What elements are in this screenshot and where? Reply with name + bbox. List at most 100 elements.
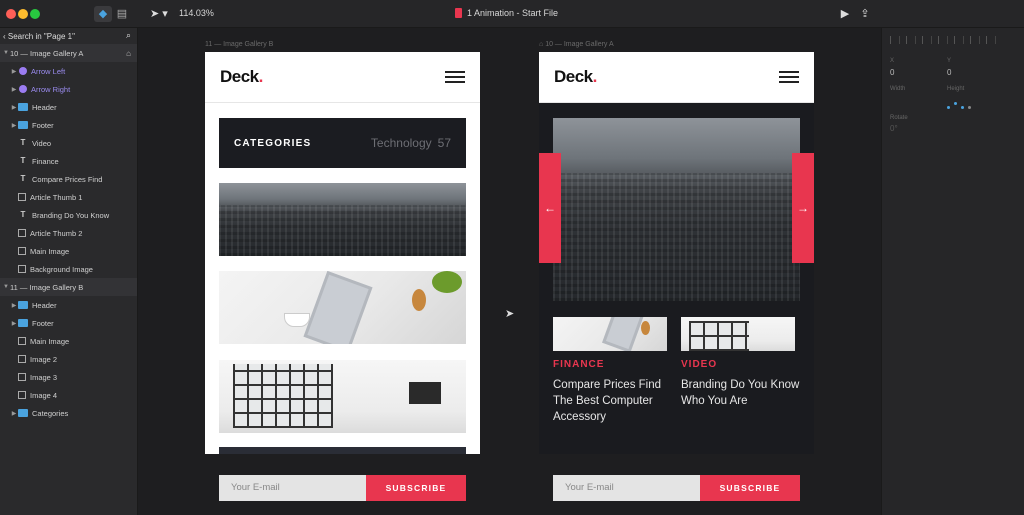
- pointer-tool-icon[interactable]: ➤ ▾: [150, 7, 168, 20]
- artboard-image-gallery-a[interactable]: Deck. ← → FINANCE Compare Prices Find Th…: [539, 52, 814, 454]
- layer-label: Video: [32, 138, 52, 148]
- search-label: Search in "Page 1": [7, 32, 75, 41]
- disclosure-icon[interactable]: ▶: [10, 122, 18, 129]
- categories-bar[interactable]: CATEGORIES Technology 57: [219, 118, 466, 168]
- layer-row[interactable]: T Video: [0, 134, 137, 152]
- subscribe-button-a[interactable]: SUBSCRIBE: [700, 475, 800, 501]
- layer-row[interactable]: ▶ Arrow Right: [0, 80, 137, 98]
- disclosure-icon[interactable]: ▶: [10, 302, 18, 309]
- text-icon: T: [20, 138, 26, 147]
- cup-shape: [284, 313, 310, 327]
- category-count: 57: [437, 136, 451, 150]
- hamburger-menu-icon[interactable]: [445, 71, 465, 84]
- x-field[interactable]: 0: [890, 68, 894, 77]
- image-3[interactable]: [219, 360, 466, 433]
- footer-b: Your E-mail SUBSCRIBE: [219, 475, 466, 501]
- artboard-a-label[interactable]: ⌂ 10 — Image Gallery A: [539, 41, 614, 48]
- layer-row[interactable]: Article Thumb 2: [0, 224, 137, 242]
- layer-row[interactable]: ▶ Arrow Left: [0, 62, 137, 80]
- layer-label: Main Image: [30, 246, 70, 256]
- email-input-b[interactable]: Your E-mail: [219, 475, 366, 501]
- constraints-widget[interactable]: [947, 96, 997, 118]
- arrow-right-button[interactable]: →: [792, 153, 814, 263]
- arrow-left-icon: ←: [544, 201, 556, 215]
- align-right-icon[interactable]: [922, 36, 932, 44]
- subscribe-button-b[interactable]: SUBSCRIBE: [366, 475, 466, 501]
- distribute-icon[interactable]: [986, 36, 996, 44]
- share-icon[interactable]: ⇪: [856, 6, 874, 22]
- layer-row[interactable]: Image 3: [0, 368, 137, 386]
- layer-row[interactable]: ▼ 10 — Image Gallery A ⌂: [0, 44, 137, 62]
- layer-label: Header: [32, 300, 57, 310]
- image-icon: [18, 355, 26, 363]
- tablet-shape: [602, 317, 644, 351]
- layer-row[interactable]: ▶ Header: [0, 296, 137, 314]
- layer-row[interactable]: ▶ Header: [0, 98, 137, 116]
- close-window-button[interactable]: [6, 9, 16, 19]
- layers-icon[interactable]: ◆: [94, 6, 112, 22]
- maximize-window-button[interactable]: [30, 9, 40, 19]
- layer-row[interactable]: Main Image: [0, 242, 137, 260]
- image-2[interactable]: [219, 271, 466, 344]
- align-center-icon[interactable]: [906, 36, 916, 44]
- layer-row[interactable]: ▶ Footer: [0, 116, 137, 134]
- assets-icon[interactable]: ▤: [113, 6, 131, 22]
- canvas[interactable]: 11 — Image Gallery B ⌂ 10 — Image Galler…: [139, 28, 881, 515]
- align-bottom-icon[interactable]: [970, 36, 980, 44]
- play-icon[interactable]: ▶: [836, 6, 854, 22]
- article-thumb-2[interactable]: [681, 317, 795, 351]
- main-image[interactable]: [219, 183, 466, 256]
- layer-row[interactable]: Article Thumb 1: [0, 188, 137, 206]
- layer-label: Background Image: [30, 264, 93, 274]
- home-artboard-icon[interactable]: ⌂: [126, 49, 131, 58]
- layer-row[interactable]: ▶ Categories: [0, 404, 137, 422]
- layer-row[interactable]: Image 4: [0, 386, 137, 404]
- tv-shape: [409, 382, 441, 404]
- layer-row[interactable]: T Branding Do You Know: [0, 206, 137, 224]
- disclosure-icon[interactable]: ▼: [2, 50, 10, 56]
- disclosure-icon[interactable]: ▼: [2, 284, 10, 290]
- layer-row[interactable]: ▶ Footer: [0, 314, 137, 332]
- align-left-icon[interactable]: [890, 36, 900, 44]
- rotate-field[interactable]: 0°: [890, 124, 898, 133]
- article-1-title[interactable]: Compare Prices Find The Best Computer Ac…: [553, 377, 673, 425]
- layer-row[interactable]: T Compare Prices Find: [0, 170, 137, 188]
- disclosure-icon[interactable]: ▶: [10, 320, 18, 327]
- artboard-image-gallery-b[interactable]: Deck. CATEGORIES Technology 57: [205, 52, 480, 454]
- disclosure-icon[interactable]: ▶: [10, 104, 18, 111]
- article-1-category[interactable]: FINANCE: [553, 359, 604, 370]
- image-4[interactable]: [219, 447, 466, 454]
- disclosure-icon[interactable]: ▶: [10, 410, 18, 417]
- spoon-shape: [641, 321, 650, 335]
- layer-row[interactable]: Main Image: [0, 332, 137, 350]
- layer-row[interactable]: Background Image: [0, 260, 137, 278]
- y-field[interactable]: 0: [947, 68, 951, 77]
- article-thumb-1[interactable]: [553, 317, 667, 351]
- footer-a: Your E-mail SUBSCRIBE: [553, 475, 800, 501]
- layer-search[interactable]: ‹ Search in "Page 1" ⌕: [0, 28, 137, 44]
- disclosure-icon[interactable]: ▶: [10, 68, 18, 75]
- folder-icon: [18, 301, 28, 309]
- layer-label: Arrow Right: [31, 84, 71, 94]
- align-top-icon[interactable]: [938, 36, 948, 44]
- main-image[interactable]: [553, 118, 800, 301]
- align-middle-icon[interactable]: [954, 36, 964, 44]
- article-2-category[interactable]: VIDEO: [681, 359, 717, 370]
- layer-row[interactable]: T Finance: [0, 152, 137, 170]
- disclosure-icon[interactable]: ▶: [10, 86, 18, 93]
- arrow-left-button[interactable]: ←: [539, 153, 561, 263]
- layer-row[interactable]: ▼ 11 — Image Gallery B: [0, 278, 137, 296]
- layer-label: Image 4: [30, 390, 58, 400]
- article-2-title[interactable]: Branding Do You Know Who You Are: [681, 377, 801, 409]
- email-input-a[interactable]: Your E-mail: [553, 475, 700, 501]
- zoom-level[interactable]: 114.03%: [179, 8, 214, 18]
- layer-row[interactable]: Image 2: [0, 350, 137, 368]
- text-icon: T: [20, 174, 26, 183]
- align-tools[interactable]: [890, 36, 996, 44]
- minimize-window-button[interactable]: [18, 9, 28, 19]
- logo-text: Deck: [220, 67, 259, 86]
- hamburger-menu-icon[interactable]: [779, 71, 799, 84]
- artboard-b-label[interactable]: 11 — Image Gallery B: [205, 41, 273, 48]
- image-icon: [18, 247, 26, 255]
- search-icon[interactable]: ⌕: [126, 30, 131, 41]
